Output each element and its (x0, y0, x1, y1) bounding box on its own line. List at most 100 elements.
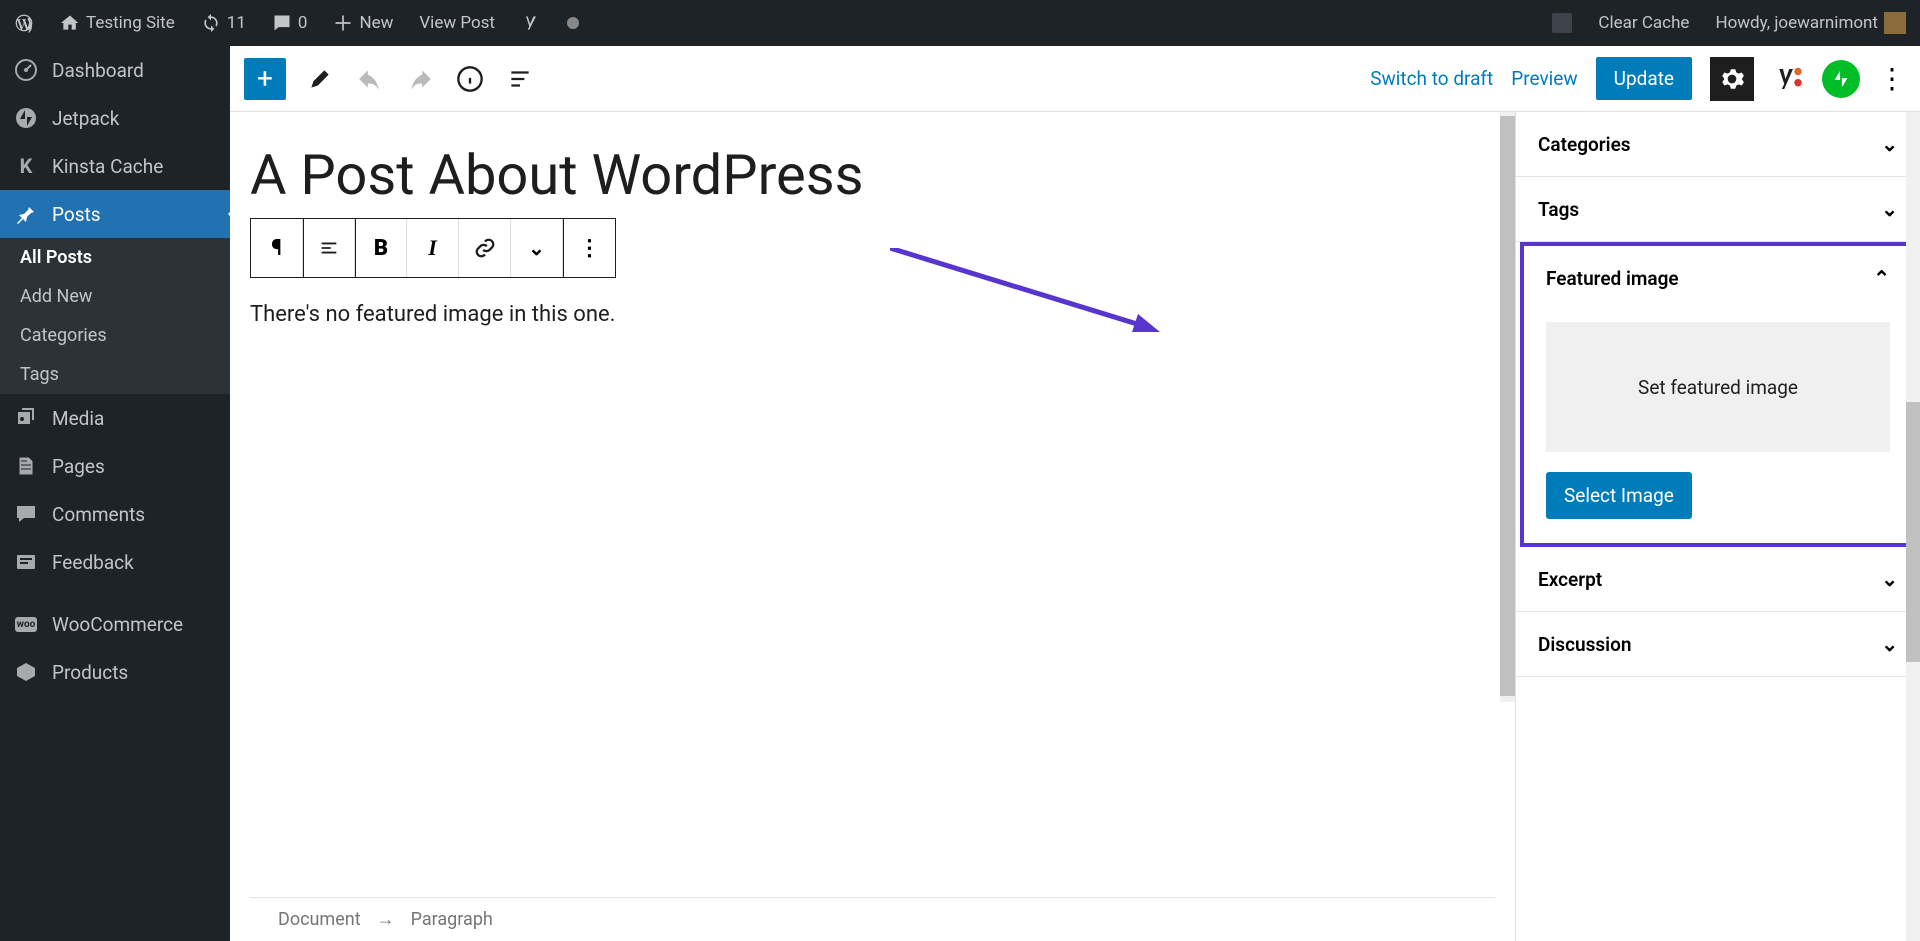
view-post[interactable]: View Post (415, 13, 499, 33)
gray-dot-icon (567, 17, 579, 29)
link-tool[interactable] (459, 219, 511, 277)
chevron-down-icon: ⌄ (1881, 567, 1898, 591)
new-content[interactable]: New (329, 13, 397, 33)
chevron-down-icon: ⌄ (528, 236, 545, 260)
paragraph-tool[interactable]: ¶ (251, 219, 303, 277)
more-formatting[interactable]: ⌄ (511, 219, 563, 277)
breadcrumb-paragraph[interactable]: Paragraph (411, 909, 493, 930)
site-link[interactable]: Testing Site (56, 13, 179, 33)
sidebar-item-comments[interactable]: Comments (0, 490, 230, 538)
sidebar-item-posts[interactable]: Posts (0, 190, 230, 238)
new-label: New (359, 13, 393, 33)
arrow-right-icon: → (377, 909, 395, 930)
more-options[interactable]: ⋮ (1878, 62, 1906, 95)
jetpack-icon (1830, 68, 1852, 90)
chat-icon (1552, 13, 1572, 33)
gear-icon (1719, 66, 1745, 92)
post-body[interactable]: There's no featured image in this one. (250, 302, 1495, 327)
sidebar-item-kinsta[interactable]: K Kinsta Cache (0, 142, 230, 190)
content-area[interactable]: A Post About WordPress ¶ B I ⌄ ⋮ There's… (230, 112, 1515, 941)
info-button[interactable] (454, 63, 486, 95)
sidebar-item-pages[interactable]: Pages (0, 442, 230, 490)
set-featured-image-label: Set featured image (1638, 376, 1798, 399)
scrollbar-thumb[interactable] (1906, 402, 1920, 662)
submenu-tags[interactable]: Tags (0, 355, 230, 394)
sidebar-label: Pages (52, 455, 105, 478)
sidebar-label: Comments (52, 503, 145, 526)
update-button[interactable]: Update (1596, 57, 1692, 100)
switch-to-draft[interactable]: Switch to draft (1370, 67, 1493, 90)
site-title: Testing Site (86, 13, 175, 33)
plus-icon (333, 13, 353, 33)
add-block-button[interactable]: + (244, 58, 286, 100)
bold-tool[interactable]: B (355, 219, 407, 277)
sidebar-label: Dashboard (52, 59, 144, 82)
wp-logo[interactable] (10, 13, 38, 33)
settings-button[interactable] (1710, 57, 1754, 101)
breadcrumb-document[interactable]: Document (278, 909, 361, 930)
sidebar-label: WooCommerce (52, 613, 183, 636)
media-icon (14, 406, 38, 430)
user-menu[interactable]: Howdy, joewarnimont (1711, 12, 1910, 34)
panel-featured-image[interactable]: Featured image ⌃ (1524, 246, 1912, 310)
scrollbar-thumb[interactable] (1500, 116, 1515, 696)
page-icon (14, 454, 38, 478)
jetpack-icon (14, 106, 38, 130)
panel-label: Tags (1538, 198, 1579, 221)
comments-link[interactable]: 0 (268, 13, 312, 33)
redo-button[interactable] (404, 63, 436, 95)
post-title[interactable]: A Post About WordPress (250, 142, 1495, 208)
admin-bar: Testing Site 11 0 New View Post (0, 0, 1920, 46)
select-image-button[interactable]: Select Image (1546, 472, 1692, 519)
chevron-down-icon: ⌄ (1881, 632, 1898, 656)
dashboard-icon (14, 58, 38, 82)
wordpress-icon (14, 13, 34, 33)
panel-label: Featured image (1546, 267, 1679, 290)
submenu-add-new[interactable]: Add New (0, 277, 230, 316)
sidebar-item-dashboard[interactable]: Dashboard (0, 46, 230, 94)
sidebar-item-feedback[interactable]: Feedback (0, 538, 230, 586)
refresh-icon (201, 13, 221, 33)
panel-excerpt[interactable]: Excerpt ⌄ (1516, 547, 1920, 611)
notifications[interactable] (1548, 13, 1576, 33)
submenu-all-posts[interactable]: All Posts (0, 238, 230, 277)
chevron-down-icon: ⌄ (1881, 132, 1898, 156)
panel-tags[interactable]: Tags ⌄ (1516, 177, 1920, 241)
sidebar-item-media[interactable]: Media (0, 394, 230, 442)
edit-tool[interactable] (304, 63, 336, 95)
yoast-editor-button[interactable] (1772, 63, 1804, 95)
block-more[interactable]: ⋮ (563, 219, 615, 277)
avatar-icon (1884, 12, 1906, 34)
pilcrow-icon: ¶ (271, 236, 282, 261)
sidebar-item-jetpack[interactable]: Jetpack (0, 94, 230, 142)
howdy-text: Howdy, joewarnimont (1715, 13, 1878, 33)
sidebar-label: Jetpack (52, 107, 119, 130)
italic-tool[interactable]: I (407, 219, 459, 277)
submenu-categories[interactable]: Categories (0, 316, 230, 355)
set-featured-image[interactable]: Set featured image (1546, 322, 1890, 452)
panel-categories[interactable]: Categories ⌄ (1516, 112, 1920, 176)
undo-button[interactable] (354, 63, 386, 95)
align-tool[interactable] (303, 219, 355, 277)
sidebar-item-woo[interactable]: woo WooCommerce (0, 600, 230, 648)
panel-scrollbar[interactable] (1906, 112, 1920, 941)
posts-submenu: All Posts Add New Categories Tags (0, 238, 230, 394)
admin-sidebar: Dashboard Jetpack K Kinsta Cache Posts A… (0, 46, 230, 941)
feedback-icon (14, 550, 38, 574)
updates-link[interactable]: 11 (197, 13, 250, 33)
chevron-up-icon: ⌃ (1873, 266, 1890, 290)
more-vertical-icon: ⋮ (579, 236, 601, 261)
sidebar-label: Feedback (52, 551, 134, 574)
outline-button[interactable] (504, 63, 536, 95)
preview-button[interactable]: Preview (1511, 67, 1577, 90)
yoast-link[interactable] (517, 13, 545, 33)
jetpack-editor-button[interactable] (1822, 60, 1860, 98)
view-post-label: View Post (419, 13, 495, 33)
panel-discussion[interactable]: Discussion ⌄ (1516, 612, 1920, 676)
clear-cache-label: Clear Cache (1598, 13, 1689, 33)
more-vertical-icon: ⋮ (1878, 62, 1906, 95)
content-scrollbar[interactable] (1500, 112, 1515, 702)
sidebar-item-products[interactable]: Products (0, 648, 230, 696)
status-indicator[interactable] (563, 17, 583, 29)
clear-cache-button[interactable]: Clear Cache (1594, 13, 1693, 33)
